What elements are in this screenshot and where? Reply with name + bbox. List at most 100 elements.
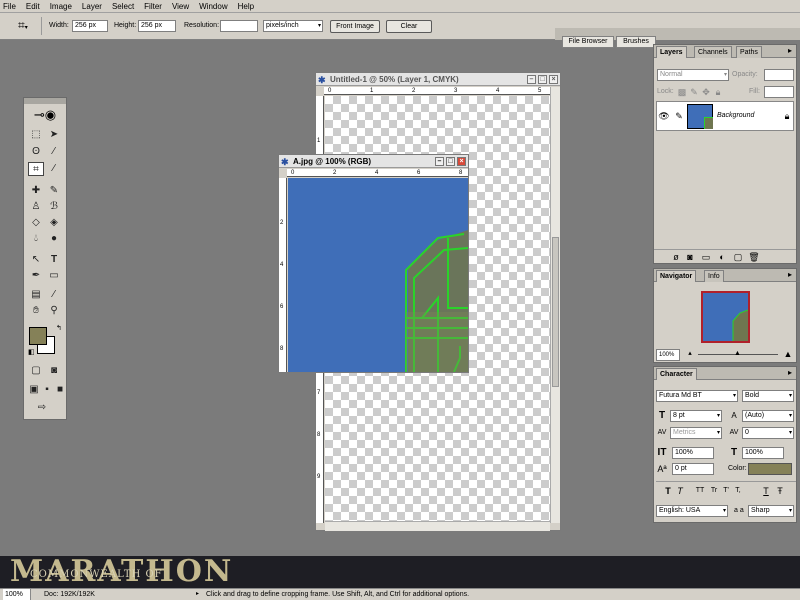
text-color-swatch[interactable] xyxy=(748,463,792,475)
healing-brush-icon[interactable]: ✚ xyxy=(28,184,44,198)
underline-button[interactable]: T xyxy=(760,485,772,497)
horizontal-scale-field[interactable]: 100% xyxy=(742,447,784,459)
lock-all-icon[interactable]: 🔒︎ xyxy=(712,86,724,98)
superscript-button[interactable]: T' xyxy=(720,485,732,497)
minimize-icon[interactable]: – xyxy=(527,75,536,84)
rectangle-shape-icon[interactable]: ▭ xyxy=(46,269,62,283)
slice-icon[interactable]: ∕ xyxy=(46,162,62,176)
document-title-bar[interactable]: ✱ A.jpg @ 100% (RGB) – □ × xyxy=(279,155,468,168)
menu-edit[interactable]: Edit xyxy=(26,2,40,11)
menu-help[interactable]: Help xyxy=(238,2,254,11)
font-style-select[interactable]: Bold ▾ xyxy=(742,390,794,402)
small-caps-button[interactable]: Tr xyxy=(708,485,720,497)
palette-menu-icon[interactable]: ▸ xyxy=(788,368,792,377)
zoom-in-icon[interactable]: ▲ xyxy=(782,348,794,360)
blur-icon[interactable]: 💧︎ xyxy=(28,232,44,246)
type-icon[interactable]: T xyxy=(46,253,62,267)
maximize-icon[interactable]: □ xyxy=(538,75,547,84)
adjustment-layer-icon[interactable]: ◐ xyxy=(716,251,728,263)
palette-menu-icon[interactable]: ▸ xyxy=(788,270,792,279)
magic-wand-icon[interactable]: ⁄ xyxy=(46,145,62,159)
adobe-eye-logo-icon[interactable]: ⊸◉ xyxy=(30,107,60,123)
close-icon[interactable]: × xyxy=(549,75,558,84)
palette-menu-icon[interactable]: ▸ xyxy=(788,46,792,55)
zoom-slider-handle[interactable]: ▲ xyxy=(734,350,741,357)
blend-mode-select[interactable]: Normal ▾ xyxy=(657,69,729,81)
move-icon[interactable]: ➤ xyxy=(46,128,62,142)
all-caps-button[interactable]: TT xyxy=(694,485,706,497)
lock-transparency-icon[interactable]: ▩ xyxy=(676,86,688,98)
tracking-select[interactable]: 0 ▾ xyxy=(742,427,794,439)
navigator-preview[interactable] xyxy=(701,291,750,343)
layer-row-background[interactable]: 👁︎ ✎ Background 🔒︎ xyxy=(656,101,794,131)
eraser-icon[interactable]: ◇ xyxy=(28,216,44,230)
font-size-select[interactable]: 8 pt ▾ xyxy=(670,410,722,422)
resolution-field[interactable] xyxy=(220,20,258,32)
antialias-select[interactable]: Sharp ▾ xyxy=(748,505,794,517)
image-canvas[interactable] xyxy=(288,178,468,372)
marquee-icon[interactable]: ⬚ xyxy=(28,128,44,142)
front-image-button[interactable]: Front Image xyxy=(330,20,380,33)
zoom-field[interactable]: 100% xyxy=(656,349,680,361)
resolution-units-select[interactable]: pixels/inch ▾ xyxy=(263,20,323,32)
layer-set-icon[interactable]: ▭ xyxy=(700,251,712,263)
history-brush-icon[interactable]: ℬ xyxy=(46,200,62,214)
tab-layers[interactable]: Layers xyxy=(656,46,687,58)
lock-image-icon[interactable]: ✎ xyxy=(688,86,700,98)
clone-stamp-icon[interactable]: ♙ xyxy=(28,200,44,214)
layer-mask-icon[interactable]: ◙ xyxy=(684,251,696,263)
path-selection-icon[interactable]: ↖ xyxy=(28,253,44,267)
tab-paths[interactable]: Paths xyxy=(736,46,762,58)
minimize-icon[interactable]: – xyxy=(435,157,444,166)
menu-select[interactable]: Select xyxy=(112,2,134,11)
horizontal-scrollbar[interactable] xyxy=(325,521,550,531)
tab-info[interactable]: Info xyxy=(704,270,724,282)
swap-colors-icon[interactable]: ↰ xyxy=(56,324,62,332)
document-title-bar[interactable]: ✱ Untitled-1 @ 50% (Layer 1, CMYK) – □ × xyxy=(316,73,560,86)
file-browser-tab[interactable]: File Browser xyxy=(562,36,614,48)
leading-select[interactable]: (Auto) ▾ xyxy=(742,410,794,422)
subscript-button[interactable]: T, xyxy=(732,485,744,497)
zoom-icon[interactable]: ⚲ xyxy=(46,304,62,318)
tab-navigator[interactable]: Navigator xyxy=(656,270,697,282)
faux-bold-button[interactable]: T xyxy=(662,485,674,497)
pen-icon[interactable]: ✒ xyxy=(28,269,44,283)
menu-image[interactable]: Image xyxy=(50,2,72,11)
baseline-shift-field[interactable]: 0 pt xyxy=(672,463,714,475)
fill-field[interactable] xyxy=(764,86,794,98)
eyedropper-icon[interactable]: ⁄ xyxy=(46,288,62,302)
toolbox-grip[interactable] xyxy=(24,98,66,104)
menu-layer[interactable]: Layer xyxy=(82,2,102,11)
crop-tool-preset-icon[interactable]: ⌗▾ xyxy=(18,19,28,34)
screen-mode-full-icon[interactable]: ■ xyxy=(52,383,68,397)
status-zoom[interactable]: 100% xyxy=(3,589,31,600)
menu-window[interactable]: Window xyxy=(199,2,227,11)
foreground-color-swatch[interactable] xyxy=(29,327,47,345)
faux-italic-button[interactable]: T xyxy=(674,485,686,497)
scrollbar-thumb[interactable] xyxy=(552,237,559,387)
vertical-scale-field[interactable]: 100% xyxy=(672,447,714,459)
lasso-icon[interactable]: ʘ xyxy=(28,145,44,159)
eye-visibility-icon[interactable]: 👁︎ xyxy=(658,110,670,122)
standard-mode-icon[interactable]: ▢ xyxy=(28,364,44,378)
menu-view[interactable]: View xyxy=(172,2,189,11)
quick-mask-mode-icon[interactable]: ◙ xyxy=(46,364,62,378)
clear-button[interactable]: Clear xyxy=(386,20,432,33)
menu-file[interactable]: File xyxy=(3,2,16,11)
notes-icon[interactable]: ▤ xyxy=(28,288,44,302)
paint-bucket-icon[interactable]: ◈ xyxy=(46,216,62,230)
zoom-out-icon[interactable]: ▴ xyxy=(684,348,696,360)
status-doc-size[interactable]: Doc: 192K/192K xyxy=(44,589,95,600)
maximize-icon[interactable]: □ xyxy=(446,157,455,166)
hand-icon[interactable]: ✋︎ xyxy=(28,304,44,318)
brush-icon[interactable]: ✎ xyxy=(46,184,62,198)
brush-link-icon[interactable]: ✎ xyxy=(673,110,685,122)
default-colors-icon[interactable]: ◧ xyxy=(28,348,35,356)
new-layer-icon[interactable]: ▢ xyxy=(732,251,744,263)
crop-icon[interactable]: ⌗ xyxy=(28,162,44,176)
kerning-select[interactable]: Metrics ▾ xyxy=(670,427,722,439)
menu-filter[interactable]: Filter xyxy=(144,2,162,11)
vertical-scrollbar[interactable] xyxy=(550,87,560,523)
height-field[interactable]: 256 px xyxy=(138,20,176,32)
jump-to-imageready-icon[interactable]: ⇨ xyxy=(34,401,50,415)
